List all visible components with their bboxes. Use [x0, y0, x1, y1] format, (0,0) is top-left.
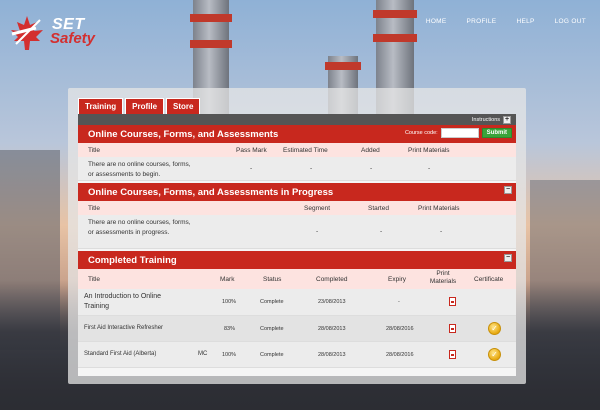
col-print-materials[interactable]: Print Materials: [418, 205, 460, 212]
submit-button[interactable]: Submit: [481, 128, 512, 138]
course-expiry-date: 28/08/2016: [386, 352, 414, 358]
logo-text-safety: Safety: [50, 30, 96, 47]
online-courses-header: Online Courses, Forms, and Assessments C…: [78, 125, 516, 143]
nav-profile[interactable]: PROFILE: [467, 18, 497, 25]
col-started[interactable]: Started: [368, 205, 389, 212]
course-completed-date: 28/08/2013: [318, 326, 346, 332]
nav-help[interactable]: HELP: [516, 18, 534, 25]
col-title[interactable]: Title: [88, 147, 100, 154]
table-row: Standard First Aid (Alberta) MC 100% Com…: [78, 342, 516, 368]
course-code-label: Course code:: [404, 130, 438, 136]
col-title[interactable]: Title: [88, 205, 100, 212]
col-print-materials[interactable]: Print Materials: [428, 270, 458, 286]
col-expiry[interactable]: Expiry: [388, 276, 406, 283]
top-navigation: HOME PROFILE HELP LOG OUT: [426, 18, 586, 25]
tab-store[interactable]: Store: [166, 98, 201, 114]
col-estimated-time[interactable]: Estimated Time: [283, 147, 328, 154]
in-progress-title: Online Courses, Forms, and Assessments i…: [88, 186, 334, 198]
in-progress-collapse-button[interactable]: −: [504, 186, 512, 194]
empty-cell: -: [310, 165, 313, 172]
completed-column-header: Title Mark Status Completed Expiry Print…: [78, 269, 516, 289]
col-pass-mark[interactable]: Pass Mark: [236, 147, 267, 154]
pdf-icon[interactable]: [449, 297, 456, 306]
in-progress-header: Online Courses, Forms, and Assessments i…: [78, 183, 516, 201]
online-courses-column-header: Title Pass Mark Estimated Time Added Pri…: [78, 143, 516, 157]
completed-training-title: Completed Training: [88, 254, 177, 266]
certificate-check-icon[interactable]: ✓: [488, 348, 501, 361]
table-row: An Introduction to Online Training 100% …: [78, 289, 516, 316]
tab-training[interactable]: Training: [78, 98, 124, 114]
col-completed[interactable]: Completed: [316, 276, 347, 283]
empty-cell: -: [428, 165, 431, 172]
empty-message: There are no online courses, forms, or a…: [88, 219, 191, 236]
maple-leaf-logo-icon: [11, 16, 43, 50]
pdf-icon[interactable]: [449, 324, 456, 333]
course-status: Complete: [260, 326, 284, 332]
instructions-toggle-button[interactable]: +: [503, 115, 511, 124]
online-courses-empty-row: There are no online courses, forms, or a…: [78, 157, 516, 181]
online-courses-title: Online Courses, Forms, and Assessments: [88, 128, 279, 140]
course-title[interactable]: An Introduction to Online Training: [84, 292, 184, 312]
col-added[interactable]: Added: [361, 147, 380, 154]
course-tag: MC: [198, 351, 208, 357]
course-status: Complete: [260, 299, 284, 305]
certificate-check-icon[interactable]: ✓: [488, 322, 501, 335]
tab-content: Instructions + Online Courses, Forms, an…: [78, 114, 516, 376]
empty-cell: -: [370, 165, 373, 172]
instructions-bar: Instructions +: [78, 114, 516, 125]
course-status: Complete: [260, 352, 284, 358]
instructions-label[interactable]: Instructions: [472, 117, 500, 123]
course-mark: 83%: [224, 326, 236, 332]
course-title[interactable]: First Aid Interactive Refresher: [84, 325, 163, 331]
in-progress-column-header: Title Segment Started Print Materials: [78, 201, 516, 215]
course-title[interactable]: Standard First Aid (Alberta): [84, 351, 156, 357]
training-panel: Training Profile Store Instructions + On…: [68, 88, 526, 384]
empty-cell: -: [440, 228, 443, 235]
main-tabs: Training Profile Store: [78, 98, 201, 114]
completed-collapse-button[interactable]: −: [504, 254, 512, 262]
col-segment[interactable]: Segment: [304, 205, 330, 212]
empty-message: There are no online courses, forms, or a…: [88, 161, 191, 178]
nav-home[interactable]: HOME: [426, 18, 447, 25]
table-row: First Aid Interactive Refresher 83% Comp…: [78, 316, 516, 342]
course-code-input[interactable]: [440, 128, 479, 138]
col-mark[interactable]: Mark: [220, 276, 234, 283]
col-certificate[interactable]: Certificate: [474, 276, 503, 283]
pdf-icon[interactable]: [449, 350, 456, 359]
col-status[interactable]: Status: [263, 276, 281, 283]
course-mark: 100%: [222, 299, 237, 305]
course-expiry-date: 28/08/2016: [386, 326, 414, 332]
empty-cell: -: [380, 228, 383, 235]
col-title[interactable]: Title: [88, 276, 100, 283]
course-mark: 100%: [222, 352, 237, 358]
course-completed-date: 28/08/2013: [318, 352, 346, 358]
empty-cell: -: [250, 165, 253, 172]
nav-logout[interactable]: LOG OUT: [555, 18, 586, 25]
in-progress-empty-row: There are no online courses, forms, or a…: [78, 215, 516, 249]
course-expiry-date: -: [398, 299, 400, 305]
empty-cell: -: [316, 228, 319, 235]
course-completed-date: 23/08/2013: [318, 299, 346, 305]
col-print-materials[interactable]: Print Materials: [408, 147, 450, 154]
completed-training-header: Completed Training −: [78, 251, 516, 269]
site-logo[interactable]: SET Safety: [6, 14, 126, 54]
tab-profile[interactable]: Profile: [125, 98, 165, 114]
